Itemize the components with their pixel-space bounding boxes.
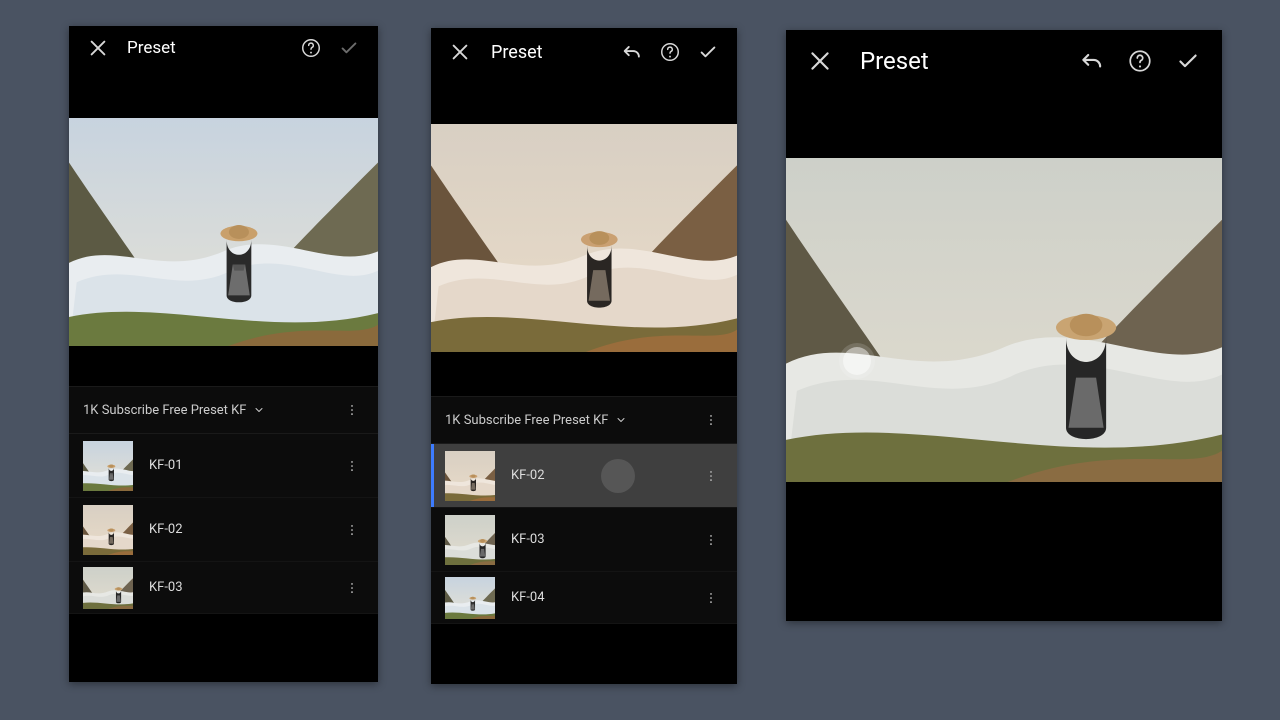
preset-more-icon[interactable]	[340, 581, 364, 595]
preset-group-dropdown[interactable]: 1K Subscribe Free Preset KF	[69, 386, 378, 434]
preset-thumbnail	[83, 505, 133, 555]
preset-item[interactable]: KF-02	[69, 498, 378, 562]
preset-thumbnail	[445, 451, 495, 501]
preview-image[interactable]	[786, 92, 1222, 620]
group-more-icon[interactable]	[340, 403, 364, 417]
chevron-down-icon	[615, 414, 627, 426]
preset-item[interactable]: KF-04	[431, 572, 737, 624]
panel-title: Preset	[860, 47, 929, 75]
preset-group-label: 1K Subscribe Free Preset KF	[445, 413, 609, 428]
check-icon[interactable]	[691, 35, 725, 69]
close-icon[interactable]	[443, 35, 477, 69]
help-icon[interactable]	[1118, 39, 1162, 83]
preset-thumbnail	[83, 441, 133, 491]
touch-indicator	[843, 347, 871, 375]
preview-image[interactable]	[431, 76, 737, 396]
check-icon[interactable]	[1166, 39, 1210, 83]
close-icon[interactable]	[81, 31, 115, 65]
preset-panel-2: Preset 1K Subscribe Free Preset KF KF-02…	[431, 28, 737, 684]
preset-panel-3: Preset	[786, 30, 1222, 621]
preset-label: KF-04	[511, 590, 683, 605]
help-icon[interactable]	[294, 31, 328, 65]
preset-group-dropdown[interactable]: 1K Subscribe Free Preset KF	[431, 396, 737, 444]
preset-label: KF-01	[149, 458, 324, 473]
undo-icon[interactable]	[1070, 39, 1114, 83]
preview-image[interactable]	[69, 70, 378, 386]
preset-item[interactable]: KF-03	[431, 508, 737, 572]
preset-thumbnail	[83, 567, 133, 609]
chevron-down-icon	[253, 404, 265, 416]
group-more-icon[interactable]	[699, 413, 723, 427]
preset-label: KF-02	[149, 522, 324, 537]
undo-icon[interactable]	[615, 35, 649, 69]
preset-group-label: 1K Subscribe Free Preset KF	[83, 403, 247, 418]
check-icon[interactable]	[332, 31, 366, 65]
preset-label: KF-02	[511, 468, 683, 483]
preset-thumbnail	[445, 515, 495, 565]
preset-list: KF-01 KF-02 KF-03	[69, 434, 378, 614]
preset-more-icon[interactable]	[699, 533, 723, 547]
preset-item[interactable]: KF-03	[69, 562, 378, 614]
panel-title: Preset	[491, 42, 543, 63]
close-icon[interactable]	[798, 39, 842, 83]
preset-item[interactable]: KF-02	[431, 444, 737, 508]
preset-more-icon[interactable]	[340, 523, 364, 537]
panel-header: Preset	[786, 30, 1222, 92]
panel-title: Preset	[127, 38, 176, 58]
preset-thumbnail	[445, 577, 495, 619]
preset-panel-1: Preset 1K Subscribe Free Preset KF KF-01…	[69, 26, 378, 682]
preset-more-icon[interactable]	[340, 459, 364, 473]
help-icon[interactable]	[653, 35, 687, 69]
panel-header: Preset	[69, 26, 378, 70]
preset-list: KF-02 KF-03 KF-04	[431, 444, 737, 624]
touch-ripple	[601, 459, 635, 493]
panel-header: Preset	[431, 28, 737, 76]
preset-label: KF-03	[149, 580, 324, 595]
preset-more-icon[interactable]	[699, 469, 723, 483]
preset-item[interactable]: KF-01	[69, 434, 378, 498]
preset-label: KF-03	[511, 532, 683, 547]
preset-more-icon[interactable]	[699, 591, 723, 605]
